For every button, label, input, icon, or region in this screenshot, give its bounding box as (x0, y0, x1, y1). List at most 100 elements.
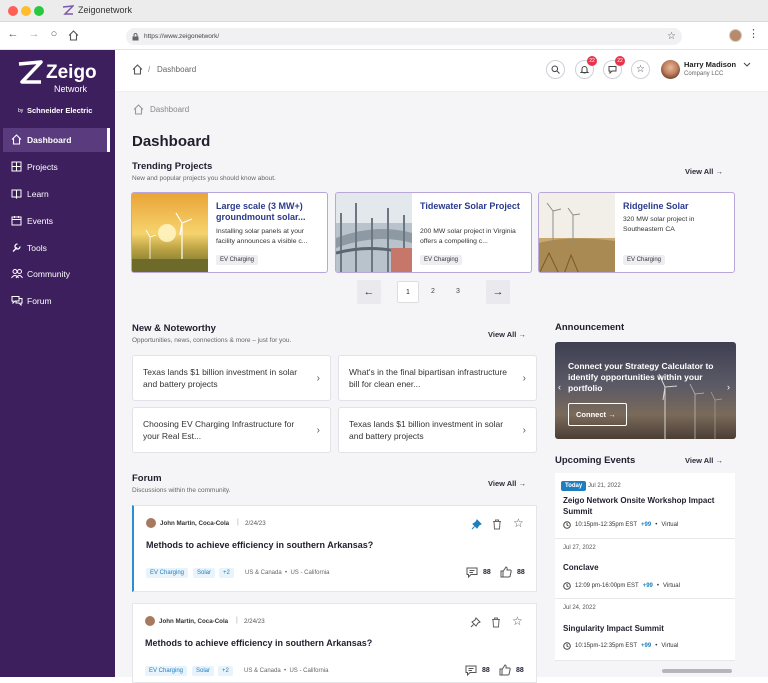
post-tag[interactable]: Solar (192, 666, 215, 676)
tab-title[interactable]: Zeigonetwork (78, 5, 132, 15)
post-title[interactable]: Methods to achieve efficiency in souther… (146, 540, 373, 550)
messages-button[interactable]: 22 (603, 56, 625, 79)
favorite-star-icon[interactable]: ☆ (512, 614, 523, 628)
forum-view-all-link[interactable]: View All → (488, 479, 526, 488)
arrow-right-icon: → (518, 479, 526, 488)
notifications-button[interactable]: 22 (575, 56, 597, 79)
pin-outline-icon[interactable] (470, 617, 481, 628)
thumbs-up-icon[interactable] (500, 566, 512, 578)
sidebar-item-events[interactable]: Events (3, 209, 107, 233)
connect-label: Connect (576, 410, 606, 419)
chevron-down-icon[interactable] (743, 62, 751, 68)
news-item[interactable]: Texas lands $1 billion investment in sol… (132, 355, 331, 401)
connect-button[interactable]: Connect → (568, 403, 627, 426)
author-avatar[interactable] (146, 518, 156, 528)
breadcrumb-current[interactable]: Dashboard (157, 65, 196, 74)
project-image (336, 193, 412, 272)
favorites-button[interactable]: ☆ (631, 60, 650, 79)
favorite-star-icon[interactable]: ☆ (513, 516, 524, 530)
news-title: What's in the final bipartisan infrastru… (349, 367, 508, 389)
page-3-button[interactable]: 3 (451, 281, 465, 303)
comment-icon[interactable] (465, 665, 477, 676)
news-item[interactable]: What's in the final bipartisan infrastru… (338, 355, 537, 401)
page-breadcrumb[interactable]: Dashboard (150, 105, 189, 114)
chevron-right-icon: › (316, 425, 320, 436)
forum-post[interactable]: John Martin, Coca-Cola | 2/24/23 ☆ Metho… (132, 505, 537, 592)
breadcrumb-home-icon[interactable] (132, 64, 143, 75)
post-tag[interactable]: +2 (219, 568, 234, 578)
home-icon[interactable] (68, 30, 79, 41)
logo-company-text: Schneider Electric (27, 106, 93, 115)
horizontal-scrollbar[interactable] (662, 669, 732, 673)
forum-post[interactable]: John Martin, Coca-Cola | 2/24/23 ☆ Metho… (132, 603, 537, 683)
browser-menu-icon[interactable]: ⋮ (748, 27, 759, 40)
prev-page-button[interactable]: ← (357, 280, 381, 304)
event-meta: 10:15pm-12:35pm EST +99 • Virtual (563, 642, 678, 650)
minimize-window-button[interactable] (21, 6, 31, 16)
post-tag[interactable]: +2 (218, 666, 233, 676)
message-count-badge: 22 (615, 56, 625, 66)
page-1-button[interactable]: 1 (397, 281, 419, 303)
event-date: Jul 27, 2022 (563, 545, 596, 551)
events-view-all-link[interactable]: View All → (685, 456, 723, 465)
project-card[interactable]: Ridgeline Solar 320 MW solar project in … (538, 192, 735, 273)
thumbs-up-icon[interactable] (499, 664, 511, 676)
sidebar-item-label: Community (27, 269, 70, 279)
url-input[interactable]: https://www.zeigonetwork/ ☆ (126, 28, 682, 45)
zeigo-logo-mark-icon (18, 60, 43, 84)
comment-icon[interactable] (466, 567, 478, 578)
event-title: Singularity Impact Summit (563, 624, 664, 633)
sidebar-item-tools[interactable]: Tools (3, 236, 107, 260)
back-arrow-icon[interactable]: ← (6, 28, 20, 40)
sidebar-item-forum[interactable]: Forum (3, 289, 107, 313)
event-item[interactable]: Today Jul 21, 2022 Zeigo Network Onsite … (555, 473, 735, 539)
reload-icon[interactable]: ○ (47, 28, 61, 40)
maximize-window-button[interactable] (34, 6, 44, 16)
post-title[interactable]: Methods to achieve efficiency in souther… (145, 638, 372, 648)
news-item[interactable]: Texas lands $1 billion investment in sol… (338, 407, 537, 453)
sidebar-item-community[interactable]: Community (3, 262, 107, 286)
noteworthy-view-all-link[interactable]: View All → (488, 330, 526, 339)
sidebar-item-dashboard[interactable]: Dashboard (3, 128, 110, 152)
logo-by-text: by (18, 108, 24, 114)
carousel-prev-icon[interactable]: ‹ (558, 382, 561, 392)
sidebar-item-learn[interactable]: Learn (3, 182, 107, 206)
project-card[interactable]: Tidewater Solar Project 200 MW solar pro… (335, 192, 532, 273)
post-tag[interactable]: EV Charging (146, 568, 189, 578)
trash-icon[interactable] (491, 617, 501, 628)
event-item[interactable]: Jul 27, 2022 Conclave 12:09 pm-16:00pm E… (555, 539, 735, 599)
user-avatar[interactable] (661, 60, 680, 79)
next-page-button[interactable]: → (486, 280, 510, 304)
announcement-banner[interactable]: ‹ › Connect your Strategy Calculator to … (555, 342, 736, 439)
trash-icon[interactable] (492, 519, 502, 530)
event-item[interactable]: Jul 24, 2022 Singularity Impact Summit 1… (555, 599, 735, 661)
clock-icon (563, 642, 571, 650)
news-item[interactable]: Choosing EV Charging Infrastructure for … (132, 407, 331, 453)
post-tag[interactable]: EV Charging (145, 666, 188, 676)
sidebar-item-projects[interactable]: Projects (3, 155, 107, 179)
post-author[interactable]: John Martin, Coca-Cola (159, 618, 228, 625)
arrow-right-icon: → (518, 330, 526, 339)
close-window-button[interactable] (8, 6, 18, 16)
post-author[interactable]: John Martin, Coca-Cola (160, 520, 229, 527)
trending-view-all-link[interactable]: View All → (685, 167, 723, 176)
bookmark-star-icon[interactable]: ☆ (667, 28, 676, 45)
page-breadcrumb-home-icon[interactable] (133, 104, 144, 115)
like-count: 88 (517, 569, 525, 576)
project-card[interactable]: Large scale (3 MW+) groundmount solar...… (131, 192, 328, 273)
post-tag[interactable]: Solar (193, 568, 216, 578)
like-count: 88 (516, 667, 524, 674)
today-badge: Today (561, 481, 587, 491)
zeigo-logo[interactable]: Zeigo Network by Schneider Electric (14, 58, 104, 120)
clock-icon (563, 582, 571, 590)
page-2-button[interactable]: 2 (426, 281, 440, 303)
pin-icon[interactable] (471, 519, 482, 530)
browser-profile-avatar[interactable] (729, 29, 742, 42)
carousel-next-icon[interactable]: › (727, 382, 730, 392)
search-button[interactable] (546, 60, 565, 79)
forward-arrow-icon[interactable]: → (27, 28, 41, 40)
author-avatar[interactable] (145, 616, 155, 626)
notification-count-badge: 22 (587, 56, 597, 66)
user-name[interactable]: Harry Madison (684, 60, 736, 69)
post-date: 2/24/23 (244, 618, 265, 625)
